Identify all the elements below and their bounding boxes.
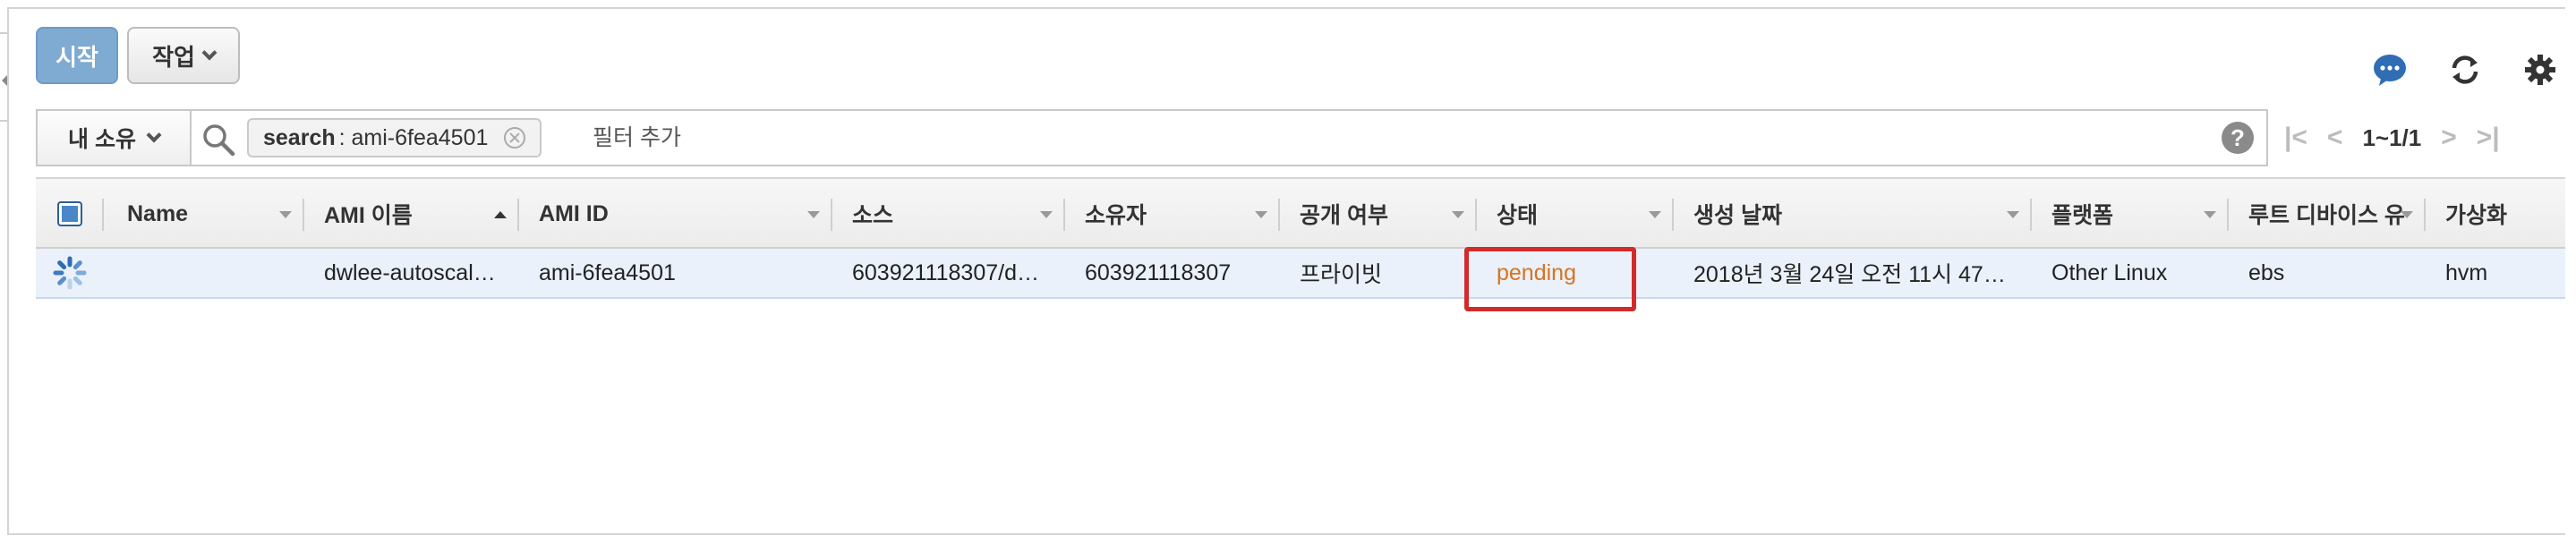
cell-source: 603921118307/d… xyxy=(852,259,1039,285)
search-filter-chip[interactable]: search : ami-6fea4501 xyxy=(247,118,542,157)
column-label: 소스 xyxy=(852,203,894,228)
cell-visibility: 프라이빗 xyxy=(1300,262,1383,287)
column-header-created[interactable]: 생성 날짜 xyxy=(1674,179,2032,249)
cell-platform: Other Linux xyxy=(2051,259,2168,285)
column-header-root-device[interactable]: 루트 디바이스 유 xyxy=(2229,179,2426,249)
cell-virtualization: hvm xyxy=(2445,259,2488,285)
previous-page-icon[interactable]: < xyxy=(2327,123,2343,153)
column-label: 플랫폼 xyxy=(2051,203,2114,228)
row-status-cell xyxy=(36,249,104,297)
chat-icon[interactable] xyxy=(2372,52,2408,88)
cell-root-device: ebs xyxy=(2248,259,2285,285)
column-label: AMI ID xyxy=(539,200,609,226)
column-header-owner[interactable]: 소유자 xyxy=(1065,179,1280,249)
action-label: 작업 xyxy=(152,43,195,71)
add-filter-input[interactable] xyxy=(593,120,1935,156)
column-header-visibility[interactable]: 공개 여부 xyxy=(1280,179,1477,249)
help-icon[interactable]: ? xyxy=(2222,122,2254,154)
cell-owner: 603921118307 xyxy=(1085,259,1232,285)
column-header-name[interactable]: Name xyxy=(104,179,304,249)
select-all-column xyxy=(36,179,104,249)
filter-chip-key: search xyxy=(263,124,336,150)
filter-chip-value: : ami-6fea4501 xyxy=(338,124,489,150)
filter-bar: 내 소유 search : ami-6fea4501 ? xyxy=(36,109,2268,166)
column-label: 루트 디바이스 유 xyxy=(2248,203,2405,228)
loading-spinner-icon xyxy=(53,256,87,290)
column-label: 생성 날짜 xyxy=(1693,203,1782,228)
cell-created: 2018년 3월 24일 오전 11시 47… xyxy=(1693,262,2006,287)
owner-filter-select[interactable]: 내 소유 xyxy=(38,111,192,165)
cell-name xyxy=(127,249,297,297)
page-range: 1~1/1 xyxy=(2362,123,2422,151)
owner-filter-label: 내 소유 xyxy=(68,127,136,152)
first-page-icon[interactable]: |< xyxy=(2284,123,2307,153)
cell-ami-id: ami-6fea4501 xyxy=(539,259,676,285)
cell-ami-name: dwlee-autoscal… xyxy=(324,259,496,285)
chevron-down-icon xyxy=(201,45,218,61)
column-label: 공개 여부 xyxy=(1300,203,1388,228)
action-dropdown-button[interactable]: 작업 xyxy=(127,27,240,84)
remove-filter-icon[interactable] xyxy=(504,127,526,149)
refresh-icon[interactable] xyxy=(2447,52,2483,88)
search-icon xyxy=(200,122,236,157)
column-header-ami-id[interactable]: AMI ID xyxy=(519,179,832,249)
table-header: Name AMI 이름 AMI ID 소스 소유자 공개 여부 상태 생성 날짜… xyxy=(36,177,2565,249)
column-header-ami-name[interactable]: AMI 이름 xyxy=(304,179,519,249)
column-header-platform[interactable]: 플랫폼 xyxy=(2032,179,2229,249)
gear-icon[interactable] xyxy=(2522,52,2558,88)
column-label: AMI 이름 xyxy=(324,203,413,228)
column-header-status[interactable]: 상태 xyxy=(1477,179,1674,249)
last-page-icon[interactable]: >| xyxy=(2477,123,2500,153)
sort-ascending-icon xyxy=(494,211,507,218)
start-button[interactable]: 시작 xyxy=(36,27,118,84)
status-highlight-box xyxy=(1464,247,1636,311)
chevron-down-icon xyxy=(146,127,162,143)
column-label: 소유자 xyxy=(1085,203,1147,228)
column-header-virtualization[interactable]: 가상화 xyxy=(2426,179,2565,249)
column-label: 상태 xyxy=(1497,203,1539,228)
next-page-icon[interactable]: > xyxy=(2441,123,2457,153)
table-row[interactable]: dwlee-autoscal… ami-6fea4501 60392111830… xyxy=(36,249,2565,299)
pagination: |< < 1~1/1 > >| xyxy=(2284,118,2500,157)
select-all-checkbox[interactable] xyxy=(57,201,82,226)
top-right-icons xyxy=(2372,52,2558,88)
column-label: 가상화 xyxy=(2445,203,2508,228)
column-label: Name xyxy=(127,200,189,226)
ami-table: Name AMI 이름 AMI ID 소스 소유자 공개 여부 상태 생성 날짜… xyxy=(36,177,2565,311)
column-header-source[interactable]: 소스 xyxy=(832,179,1065,249)
